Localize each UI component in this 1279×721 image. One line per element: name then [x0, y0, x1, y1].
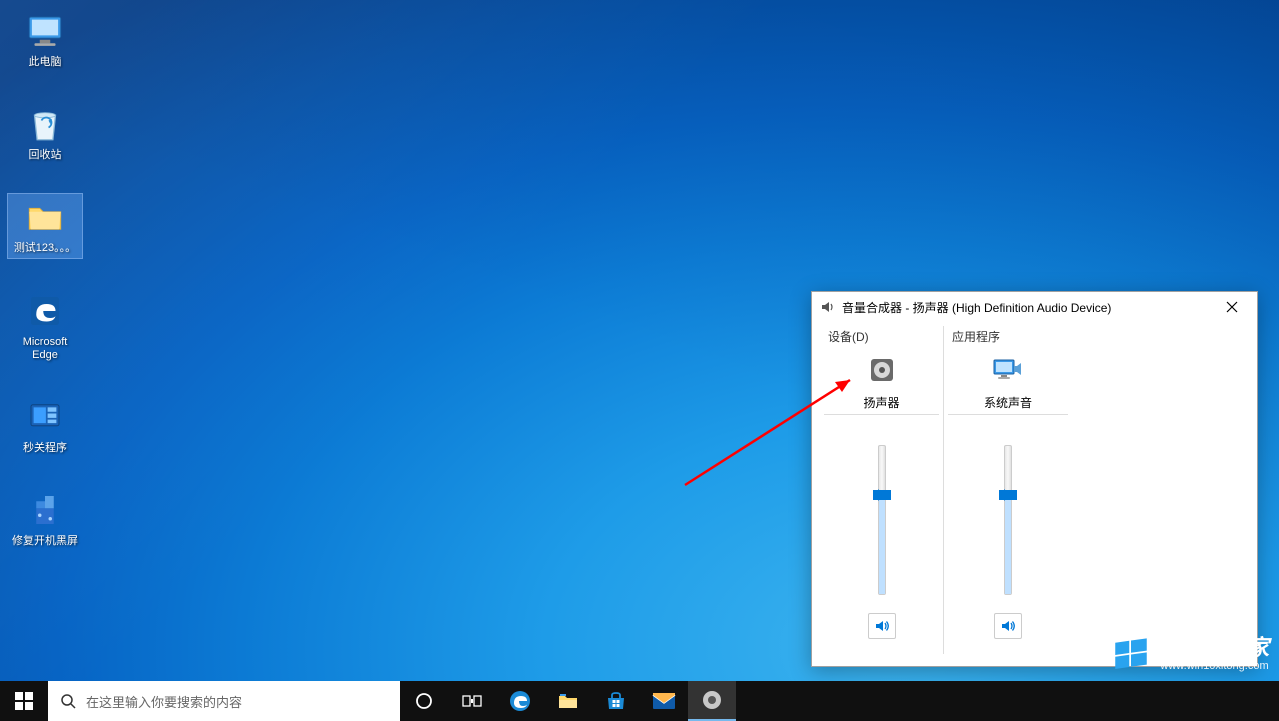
system-sounds-mute-button[interactable]	[994, 613, 1022, 639]
speaker-app-icon	[701, 689, 723, 711]
mail-icon	[652, 692, 676, 710]
repair-icon	[24, 489, 66, 531]
task-view-icon	[462, 693, 482, 709]
desktop-icon-label: 秒关程序	[23, 442, 67, 455]
device-volume-slider[interactable]	[868, 445, 896, 595]
divider	[824, 414, 939, 415]
shutdown-util-icon	[24, 396, 66, 438]
slider-fill	[1005, 494, 1011, 594]
recycle-bin-icon	[24, 103, 66, 145]
computer-icon	[24, 10, 66, 52]
windows-logo-icon	[15, 692, 33, 710]
file-explorer-icon	[557, 691, 579, 711]
sound-on-icon	[874, 618, 890, 634]
volume-mixer-titlebar[interactable]: 音量合成器 - 扬声器 (High Definition Audio Devic…	[812, 292, 1257, 322]
win10-logo-icon	[1110, 633, 1152, 675]
volume-mixer-title-text: 音量合成器 - 扬声器 (High Definition Audio Devic…	[842, 299, 1211, 316]
desktop-icon-edge[interactable]: Microsoft Edge	[8, 288, 82, 364]
taskbar-app-store[interactable]	[592, 681, 640, 721]
folder-icon	[24, 196, 66, 238]
cortana-icon	[415, 692, 433, 710]
task-view-button[interactable]	[448, 681, 496, 721]
system-sounds-icon	[992, 356, 1024, 384]
volume-mixer-body: 设备(D) 扬声器	[812, 322, 1257, 666]
desktop-icon-repair-boot[interactable]: 修复开机黑屏	[8, 487, 82, 550]
desktop-icon-this-pc[interactable]: 此电脑	[8, 8, 82, 71]
device-column: 设备(D) 扬声器	[824, 326, 944, 654]
taskbar-search-box[interactable]: 在这里输入你要搜索的内容	[48, 681, 400, 721]
watermark-title: Win10之家	[1160, 636, 1269, 660]
divider	[948, 414, 1068, 415]
volume-mixer-window: 音量合成器 - 扬声器 (High Definition Audio Devic…	[811, 291, 1258, 667]
search-icon	[60, 693, 76, 709]
desktop-icons: 此电脑 回收站 测试123。。。 Microsoft Edge	[8, 8, 82, 550]
edge-icon	[24, 290, 66, 332]
sound-on-icon	[1000, 618, 1016, 634]
desktop-icon-label: 测试123。。。	[14, 242, 76, 255]
start-button[interactable]	[0, 681, 48, 721]
desktop-icon-label: 回收站	[29, 149, 62, 162]
slider-fill	[879, 494, 885, 594]
store-icon	[605, 690, 627, 712]
device-header: 设备(D)	[824, 326, 869, 352]
slider-thumb[interactable]	[873, 490, 891, 500]
desktop-icon-label: Microsoft Edge	[10, 336, 80, 362]
taskbar-app-edge[interactable]	[496, 681, 544, 721]
cortana-button[interactable]	[400, 681, 448, 721]
search-placeholder: 在这里输入你要搜索的内容	[86, 692, 242, 711]
device-speaker-button[interactable]	[867, 352, 897, 388]
desktop-icon-label: 此电脑	[29, 56, 62, 69]
system-sounds-volume-slider[interactable]	[994, 445, 1022, 595]
volume-icon	[820, 299, 836, 315]
desktop-wallpaper: 此电脑 回收站 测试123。。。 Microsoft Edge	[0, 0, 1279, 681]
close-icon	[1226, 301, 1238, 313]
empty-app-columns	[1068, 326, 1245, 654]
app-column-system-sounds: 应用程序 系统声音	[948, 326, 1068, 654]
desktop-icon-shutdown-util[interactable]: 秒关程序	[8, 394, 82, 457]
taskbar: 在这里输入你要搜索的内容	[0, 681, 1279, 721]
speaker-device-icon	[867, 355, 897, 385]
taskbar-app-mail[interactable]	[640, 681, 688, 721]
apps-header: 应用程序	[948, 326, 1000, 352]
close-button[interactable]	[1211, 293, 1253, 321]
watermark-url: www.win10xitong.com	[1160, 660, 1269, 672]
edge-icon	[508, 689, 532, 713]
system-sounds-label: 系统声音	[984, 394, 1032, 412]
desktop-icon-folder-test[interactable]: 测试123。。。	[8, 194, 82, 257]
desktop-icon-recycle-bin[interactable]: 回收站	[8, 101, 82, 164]
system-sounds-button[interactable]	[992, 352, 1024, 388]
device-mute-button[interactable]	[868, 613, 896, 639]
watermark: Win10之家 www.win10xitong.com	[1110, 633, 1269, 675]
taskbar-app-explorer[interactable]	[544, 681, 592, 721]
desktop-icon-label: 修复开机黑屏	[12, 535, 78, 548]
taskbar-app-volume-mixer[interactable]	[688, 681, 736, 721]
device-label: 扬声器	[863, 394, 899, 412]
slider-thumb[interactable]	[999, 490, 1017, 500]
